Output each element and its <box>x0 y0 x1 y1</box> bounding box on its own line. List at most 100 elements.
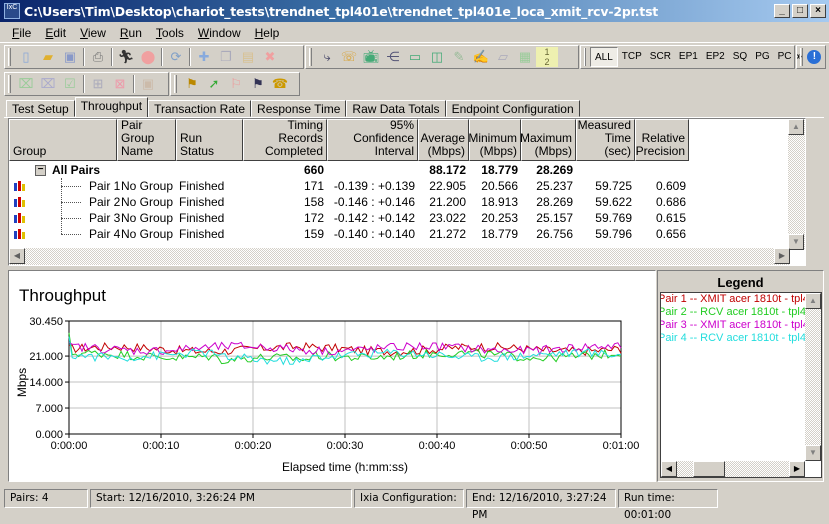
open-folder-icon[interactable]: ▰ <box>37 47 59 67</box>
filter-all[interactable]: ALL <box>590 47 618 67</box>
legend-item[interactable]: Pair 2 -- RCV acer 1810t - tpl40 <box>661 306 821 319</box>
save-icon[interactable]: ▣ <box>59 47 81 67</box>
phone-icon[interactable]: ☏ <box>338 47 360 67</box>
grid-horizontal-scrollbar[interactable]: ◀ ▶ <box>9 248 790 265</box>
menu-tools[interactable]: Tools <box>149 26 191 40</box>
menu-help[interactable]: Help <box>248 26 287 40</box>
race-flag-icon[interactable]: ⚑ <box>247 74 269 94</box>
info-icon[interactable]: ! <box>807 47 822 67</box>
legend-scroll-up[interactable]: ▲ <box>805 293 821 309</box>
pin-icon[interactable]: ➚ <box>203 74 225 94</box>
toolbar-grip[interactable] <box>8 48 11 66</box>
table-row[interactable]: Pair 1 No Group Finished 171 -0.139 : +0.139… <box>9 178 799 194</box>
pair-link-icon[interactable]: ⤷ <box>316 47 338 67</box>
delete-icon[interactable]: ✖ <box>259 47 281 67</box>
filter-sq[interactable]: SQ <box>729 47 751 67</box>
collapse-icon[interactable]: − <box>35 165 46 177</box>
multicast-icon[interactable]: ⋲ <box>382 47 404 67</box>
print-icon[interactable]: ⎙ <box>87 47 109 67</box>
group-icon[interactable]: ⊞ <box>87 74 109 94</box>
col-average[interactable]: Average (Mbps) <box>418 119 469 161</box>
menu-run[interactable]: Run <box>113 26 149 40</box>
filter-ep2[interactable]: EP2 <box>702 47 729 67</box>
legend-scroll-down[interactable]: ▼ <box>805 445 821 461</box>
table-row[interactable]: Pair 3 No Group Finished 172 -0.142 : +0.142… <box>9 210 799 226</box>
legend-vertical-scrollbar[interactable]: ▲ ▼ <box>805 293 821 461</box>
legend-item[interactable]: Pair 4 -- RCV acer 1810t - tpl40 <box>661 332 821 345</box>
add-pair-icon[interactable]: ✚ <box>193 47 215 67</box>
flag-doc-icon[interactable]: ⚑ <box>181 74 203 94</box>
voice-video-icon[interactable]: ◫ <box>426 47 448 67</box>
paste-icon[interactable]: ▤ <box>237 47 259 67</box>
unmark-icon[interactable]: ⌧ <box>37 74 59 94</box>
toolbar-grip[interactable] <box>309 48 312 66</box>
col-pair-group-name[interactable]: Pair Group Name <box>117 119 176 161</box>
lock-icon[interactable]: ▣ <box>137 74 159 94</box>
filter-pc[interactable]: PC <box>774 47 796 67</box>
average: 23.022 <box>429 211 466 225</box>
scroll-left-button[interactable]: ◀ <box>9 248 25 264</box>
col-relative-precision[interactable]: Relative Precision <box>635 119 689 161</box>
toolbar-grip[interactable] <box>174 75 177 93</box>
table-row[interactable]: Pair 4 No Group Finished 159 -0.140 : +0.140… <box>9 226 799 242</box>
edit-endpoint-icon[interactable]: ✍ <box>470 47 492 67</box>
numbering-icon[interactable]: 12 <box>536 47 558 67</box>
toolbar-grip[interactable] <box>8 75 11 93</box>
tab-response-time[interactable]: Response Time <box>251 100 347 117</box>
summary-row[interactable]: − All Pairs 660 88.172 18.779 28.269 <box>9 162 799 178</box>
check-icon[interactable]: ☑ <box>59 74 81 94</box>
new-file-icon[interactable]: ▯ <box>15 47 37 67</box>
ixchariot-icon[interactable]: IxC <box>4 3 20 19</box>
tab-endpoint-configuration[interactable]: Endpoint Configuration <box>445 100 580 117</box>
col-minimum[interactable]: Minimum (Mbps) <box>468 119 521 161</box>
table-row[interactable]: Pair 2 No Group Finished 158 -0.146 : +0.146… <box>9 194 799 210</box>
tab-throughput[interactable]: Throughput <box>74 97 149 117</box>
tab-test-setup[interactable]: Test Setup <box>6 100 75 117</box>
col-measured-time[interactable]: Measured Time (sec) <box>576 119 635 161</box>
menu-view[interactable]: View <box>73 26 113 40</box>
menu-edit[interactable]: Edit <box>38 26 73 40</box>
video-pair-icon[interactable]: ▭ <box>404 47 426 67</box>
scroll-right-button[interactable]: ▶ <box>774 248 790 264</box>
stop-icon[interactable]: ⬤ <box>137 47 159 67</box>
col-group[interactable]: Group <box>9 119 117 161</box>
scroll-up-button[interactable]: ▲ <box>788 119 804 135</box>
tab-transaction-rate[interactable]: Transaction Rate <box>148 100 252 117</box>
col-confidence-interval[interactable]: 95% Confidence Interval <box>327 119 418 161</box>
legend-item[interactable]: Pair 1 -- XMIT acer 1810t - tpl40 <box>661 293 821 306</box>
toolbar-grip[interactable] <box>800 48 803 66</box>
filter-tcp[interactable]: TCP <box>618 47 646 67</box>
copy-icon[interactable]: ❐ <box>215 47 237 67</box>
legend-scroll-left[interactable]: ◀ <box>661 461 677 477</box>
video-icon[interactable]: 📺︎ <box>360 47 382 67</box>
close-button[interactable]: × <box>810 4 826 18</box>
col-timing-records[interactable]: Timing Records Completed <box>243 119 327 161</box>
legend-scroll-thumb[interactable] <box>693 461 725 477</box>
edit-script-icon[interactable]: ✎ <box>448 47 470 67</box>
filter-pg[interactable]: PG <box>751 47 773 67</box>
minimize-button[interactable]: _ <box>774 4 790 18</box>
tab-raw-data-totals[interactable]: Raw Data Totals <box>346 100 446 117</box>
mark-icon[interactable]: ⌧ <box>15 74 37 94</box>
col-maximum[interactable]: Maximum (Mbps) <box>520 119 576 161</box>
filter-ep1[interactable]: EP1 <box>675 47 702 67</box>
grid-vertical-scrollbar[interactable]: ▲ ▼ <box>788 119 805 250</box>
col-run-status[interactable]: Run Status <box>176 119 243 161</box>
ungroup-icon[interactable]: ⊠ <box>109 74 131 94</box>
network-icon[interactable]: ▱ <box>492 47 514 67</box>
hardware-icon[interactable]: ▦ <box>514 47 536 67</box>
filter-scr[interactable]: SCR <box>646 47 675 67</box>
legend-horizontal-scrollbar[interactable]: ◀ ▶ <box>661 461 805 477</box>
menu-window[interactable]: Window <box>191 26 248 40</box>
toolbar-grip[interactable] <box>584 48 586 66</box>
delete-flag-icon[interactable]: ⚐ <box>225 74 247 94</box>
run-icon[interactable]: 🏃︎ <box>115 47 137 67</box>
refresh-icon[interactable]: ⟳ <box>165 47 187 67</box>
maximize-button[interactable]: □ <box>792 4 808 18</box>
scroll-down-button[interactable]: ▼ <box>788 234 804 250</box>
legend-item[interactable]: Pair 3 -- XMIT acer 1810t - tpl40 <box>661 319 821 332</box>
legend-scroll-right[interactable]: ▶ <box>789 461 805 477</box>
relative-precision: 0.656 <box>655 227 686 241</box>
phone-flag-icon[interactable]: ☎ <box>269 74 291 94</box>
menu-file[interactable]: File <box>0 26 38 40</box>
